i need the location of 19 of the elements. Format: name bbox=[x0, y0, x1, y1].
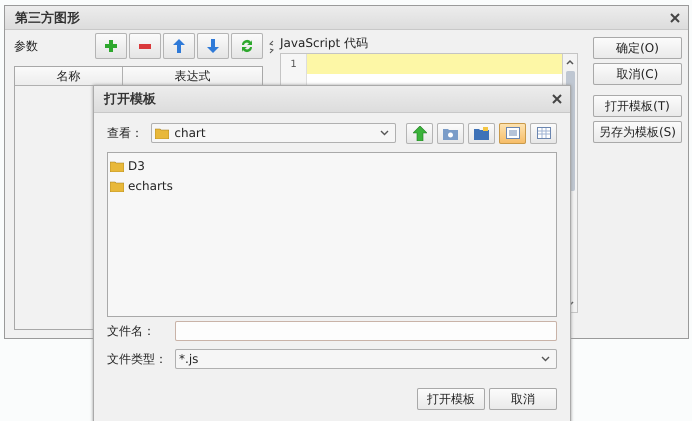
params-label: 参数 bbox=[14, 38, 39, 54]
file-type-label: 文件类型： bbox=[107, 350, 168, 368]
look-in-dropdown[interactable]: chart bbox=[151, 123, 396, 143]
folder-item[interactable]: D3 bbox=[128, 159, 145, 173]
dialog-button[interactable]: 另存为模板(S) bbox=[593, 121, 682, 143]
column-header[interactable]: 表达式 bbox=[123, 67, 262, 85]
window-title: 第三方图形 bbox=[15, 10, 80, 26]
dialog-button[interactable]: 打开模板 bbox=[417, 388, 485, 410]
line-number: 1 bbox=[290, 58, 297, 72]
folder-item[interactable]: echarts bbox=[128, 179, 173, 193]
dialog-title: 打开模板 bbox=[104, 91, 156, 108]
dialog-button[interactable]: 取消 bbox=[489, 388, 557, 410]
dialog-button[interactable]: 确定(O) bbox=[593, 37, 682, 59]
dialog-button[interactable]: 打开模板(T) bbox=[593, 95, 682, 117]
dialog-button[interactable]: 取消(C) bbox=[593, 63, 682, 85]
file-type-dropdown[interactable]: *.js bbox=[175, 349, 557, 369]
code-label: JavaScript 代码 bbox=[280, 34, 369, 52]
look-in-label: 查看： bbox=[107, 124, 144, 142]
file-name-label: 文件名： bbox=[107, 322, 156, 340]
